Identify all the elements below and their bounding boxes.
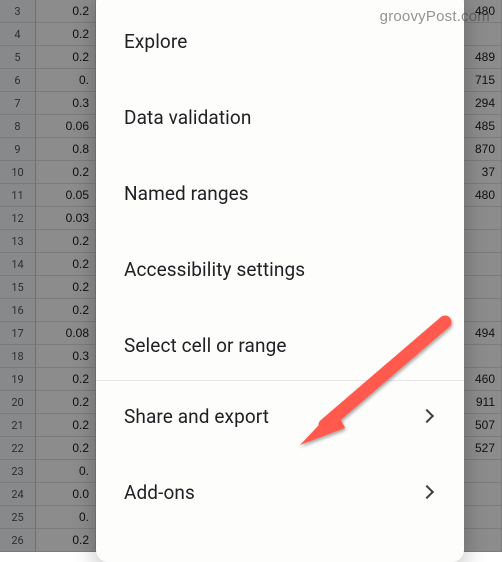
cell: 0.	[36, 506, 96, 529]
watermark: groovyPost.com	[380, 8, 490, 25]
cell: 0.3	[36, 345, 96, 368]
cell: 0.2	[36, 299, 96, 322]
row-number: 12	[0, 207, 35, 230]
row-number: 11	[0, 184, 35, 207]
row-number: 9	[0, 138, 35, 161]
row-number: 8	[0, 115, 35, 138]
cell: 0.08	[36, 322, 96, 345]
row-number: 4	[0, 23, 35, 46]
cell: 0.2	[36, 0, 96, 23]
row-number: 14	[0, 253, 35, 276]
row-number: 21	[0, 414, 35, 437]
menu-item-select-cell-or-range[interactable]: Select cell or range	[96, 314, 464, 376]
menu-item-share-and-export[interactable]: Share and export	[96, 385, 464, 447]
cell: 0.2	[36, 414, 96, 437]
row-number: 7	[0, 92, 35, 115]
cell: 0.2	[36, 23, 96, 46]
cell: 0.05	[36, 184, 96, 207]
row-number: 13	[0, 230, 35, 253]
menu-item-named-ranges[interactable]: Named ranges	[96, 162, 464, 224]
cell: 0.06	[36, 115, 96, 138]
menu-item-add-ons[interactable]: Add-ons	[96, 461, 464, 523]
cell: 0.0	[36, 483, 96, 506]
cell: 0.2	[36, 368, 96, 391]
cell: 0.2	[36, 437, 96, 460]
cell: 0.8	[36, 138, 96, 161]
cell: 0.2	[36, 276, 96, 299]
row-number: 15	[0, 276, 35, 299]
menu-item-label: Data validation	[124, 106, 251, 129]
data-column-b: 0.20.20.20.0.30.060.80.20.050.030.20.20.…	[36, 0, 96, 552]
cell: 0.2	[36, 391, 96, 414]
row-number: 22	[0, 437, 35, 460]
cell: 0.2	[36, 529, 96, 552]
menu-item-label: Named ranges	[124, 182, 249, 205]
cell: 0.03	[36, 207, 96, 230]
cell: 0.2	[36, 253, 96, 276]
row-number: 20	[0, 391, 35, 414]
row-number: 18	[0, 345, 35, 368]
row-number: 6	[0, 69, 35, 92]
cell: 0.	[36, 69, 96, 92]
menu-item-label: Accessibility settings	[124, 258, 305, 281]
cell: 0.2	[36, 46, 96, 69]
chevron-right-icon	[420, 485, 434, 499]
chevron-right-icon	[420, 409, 434, 423]
cell: 0.3	[36, 92, 96, 115]
cell: 0.2	[36, 161, 96, 184]
menu-item-label: Share and export	[124, 405, 269, 428]
menu-item-label: Add-ons	[124, 481, 195, 504]
context-menu-sheet: Explore Data validation Named ranges Acc…	[96, 0, 464, 562]
row-number: 24	[0, 483, 35, 506]
row-number: 25	[0, 506, 35, 529]
row-number-column: 3456789101112131415161718192021222324252…	[0, 0, 36, 552]
row-number: 19	[0, 368, 35, 391]
row-number: 23	[0, 460, 35, 483]
cell: 0.2	[36, 230, 96, 253]
row-number: 17	[0, 322, 35, 345]
row-number: 5	[0, 46, 35, 69]
menu-item-accessibility-settings[interactable]: Accessibility settings	[96, 238, 464, 300]
cell: 0.	[36, 460, 96, 483]
row-number: 26	[0, 529, 35, 552]
row-number: 3	[0, 0, 35, 23]
row-number: 16	[0, 299, 35, 322]
menu-item-label: Select cell or range	[124, 334, 287, 357]
row-number: 10	[0, 161, 35, 184]
menu-divider	[96, 380, 464, 381]
menu-item-data-validation[interactable]: Data validation	[96, 86, 464, 148]
menu-item-label: Explore	[124, 30, 187, 53]
